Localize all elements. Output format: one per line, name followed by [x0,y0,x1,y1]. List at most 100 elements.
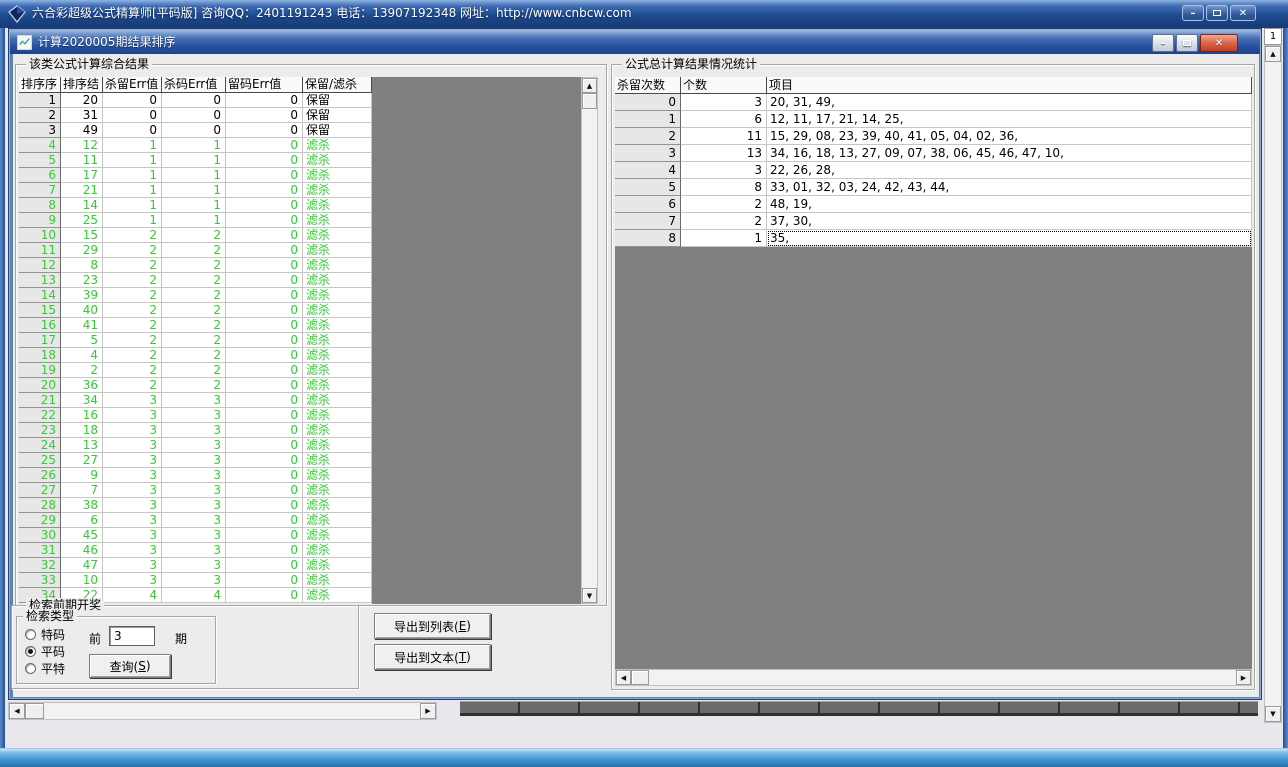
child-maximize-button[interactable] [1176,34,1198,52]
result-row[interactable]: 184220滤杀 [19,348,372,363]
result-row[interactable]: 1129220滤杀 [19,243,372,258]
result-row[interactable]: 2216330滤杀 [19,408,372,423]
row-index-cell: 10 [19,228,61,243]
result-row[interactable]: 617110滤杀 [19,168,372,183]
column-header[interactable]: 排序序 [19,77,61,93]
scroll-thumb[interactable] [582,93,597,109]
scroll-thumb[interactable] [631,670,649,685]
export-to-text-button[interactable]: 导出到文本(T) [374,644,491,670]
result-row[interactable]: 3146330滤杀 [19,543,372,558]
column-header[interactable]: 杀留Err值 [103,77,162,93]
data-cell: 0 [226,558,303,573]
result-row[interactable]: 2318330滤杀 [19,423,372,438]
column-header[interactable]: 项目 [767,77,1252,94]
result-row[interactable]: 1439220滤杀 [19,288,372,303]
data-cell: 0 [103,123,162,138]
scroll-down-button[interactable]: ▼ [582,588,597,603]
data-cell: 3 [103,513,162,528]
result-row[interactable]: 1015220滤杀 [19,228,372,243]
column-header[interactable]: 留码Err值 [226,77,303,93]
radio-option-平码[interactable]: 平码 [25,644,65,658]
export-list-label: 导出到列表( [394,618,459,635]
column-header[interactable]: 杀留次数 [615,77,681,94]
result-row[interactable]: 1323220滤杀 [19,273,372,288]
result-row[interactable]: 231000保留 [19,108,372,123]
result-row[interactable]: 349000保留 [19,123,372,138]
result-row[interactable]: 2413330滤杀 [19,438,372,453]
right-table-header: 杀留次数个数项目 [615,77,1252,94]
result-row[interactable]: 2036220滤杀 [19,378,372,393]
data-cell: 0 [226,198,303,213]
column-header[interactable]: 保留/滤杀 [303,77,372,93]
periods-input[interactable] [109,626,155,646]
result-row[interactable]: 3045330滤杀 [19,528,372,543]
result-row[interactable]: 814110滤杀 [19,198,372,213]
column-header[interactable]: 排序结 [61,77,103,93]
scroll-right-button[interactable]: ▶ [1236,670,1251,685]
stats-row[interactable]: 1612, 11, 17, 21, 14, 25, [615,111,1252,128]
child-close-button[interactable]: ✕ [1200,34,1238,52]
data-cell: 0 [226,543,303,558]
result-row[interactable]: 296330滤杀 [19,513,372,528]
result-row[interactable]: 175220滤杀 [19,333,372,348]
row-index-cell: 20 [19,378,61,393]
result-row[interactable]: 925110滤杀 [19,213,372,228]
data-cell: 0 [226,183,303,198]
data-cell: 滤杀 [303,498,372,513]
maximize-button[interactable] [1206,5,1228,21]
result-row[interactable]: 2838330滤杀 [19,498,372,513]
result-row[interactable]: 3310330滤杀 [19,573,372,588]
result-row[interactable]: 277330滤杀 [19,483,372,498]
data-cell: 2 [162,333,226,348]
stats-row[interactable]: 6248, 19, [615,196,1252,213]
radio-option-特码[interactable]: 特码 [25,627,65,641]
scroll-left-button[interactable]: ◀ [616,670,631,685]
result-row[interactable]: 721110滤杀 [19,183,372,198]
data-cell: 3 [103,438,162,453]
stats-row[interactable]: 31334, 16, 18, 13, 27, 09, 07, 38, 06, 4… [615,145,1252,162]
mdi-hscrollbar[interactable]: ◀ ▶ [8,702,437,720]
row-index-cell: 27 [19,483,61,498]
data-cell: 34 [61,393,103,408]
stats-row[interactable]: 4322, 26, 28, [615,162,1252,179]
result-row[interactable]: 2527330滤杀 [19,453,372,468]
child-body: 该类公式计算综合结果 排序序排序结杀留Err值杀码Err值留码Err值保留/滤杀… [13,54,1259,697]
result-row[interactable]: 412110滤杀 [19,138,372,153]
close-button[interactable]: ✕ [1230,5,1256,21]
scroll-thumb[interactable] [25,703,44,719]
left-table-vscrollbar[interactable]: ▲ ▼ [581,77,598,604]
scroll-up-button[interactable]: ▲ [582,78,597,93]
right-table-hscrollbar[interactable]: ◀ ▶ [615,669,1252,686]
result-row[interactable]: 128220滤杀 [19,258,372,273]
result-row[interactable]: 1641220滤杀 [19,318,372,333]
result-row[interactable]: 2134330滤杀 [19,393,372,408]
scroll-down-button[interactable]: ▼ [1265,706,1281,722]
close-icon: ✕ [1215,38,1223,49]
radio-option-平特[interactable]: 平特 [25,661,65,675]
column-header[interactable]: 杀码Err值 [162,77,226,93]
stats-row[interactable]: 8135, [615,230,1252,247]
result-row[interactable]: 192220滤杀 [19,363,372,378]
stats-row[interactable]: 21115, 29, 08, 23, 39, 40, 41, 05, 04, 0… [615,128,1252,145]
scroll-up-button[interactable]: ▲ [1265,46,1281,62]
stats-row[interactable]: 5833, 01, 32, 03, 24, 42, 43, 44, [615,179,1252,196]
column-header[interactable]: 个数 [681,77,767,94]
result-row[interactable]: 511110滤杀 [19,153,372,168]
query-button[interactable]: 查询(S) [89,654,171,678]
minimize-button[interactable]: – [1182,5,1204,21]
data-cell: 25 [61,213,103,228]
data-cell: 6 [61,513,103,528]
stats-row[interactable]: 7237, 30, [615,213,1252,230]
result-row[interactable]: 3247330滤杀 [19,558,372,573]
result-row[interactable]: 120000保留 [19,93,372,108]
data-cell: 滤杀 [303,513,372,528]
data-cell: 滤杀 [303,393,372,408]
stats-row[interactable]: 0320, 31, 49, [615,94,1252,111]
scroll-right-button[interactable]: ▶ [420,703,436,719]
mdi-vscrollbar[interactable]: ▲ ▼ [1264,45,1282,723]
child-minimize-button[interactable]: – [1152,34,1174,52]
result-row[interactable]: 269330滤杀 [19,468,372,483]
result-row[interactable]: 1540220滤杀 [19,303,372,318]
scroll-left-button[interactable]: ◀ [9,703,25,719]
export-to-list-button[interactable]: 导出到列表(E) [374,613,491,639]
